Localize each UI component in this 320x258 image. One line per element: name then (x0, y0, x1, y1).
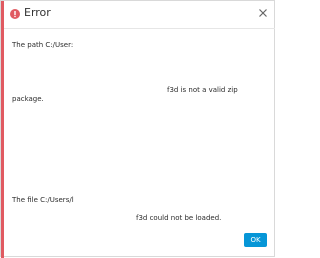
title-bar: Error (4, 1, 275, 29)
close-icon[interactable] (257, 7, 269, 19)
zip-error-message-start: The path C:/User: (12, 41, 74, 49)
error-dialog: Error The path C:/User: f3d is not a val… (0, 0, 275, 258)
load-error-message-end: f3d could not be loaded. (136, 214, 222, 222)
ok-button[interactable]: OK (244, 233, 267, 247)
error-icon (10, 9, 20, 19)
load-error-message-start: The file C:/Users/l (12, 196, 74, 204)
zip-error-message-middle: f3d is not a valid zip (167, 86, 238, 94)
error-accent-bar (1, 1, 4, 258)
title-divider (4, 28, 275, 29)
dialog-title: Error (24, 6, 51, 19)
zip-error-message-end: package. (12, 95, 44, 103)
